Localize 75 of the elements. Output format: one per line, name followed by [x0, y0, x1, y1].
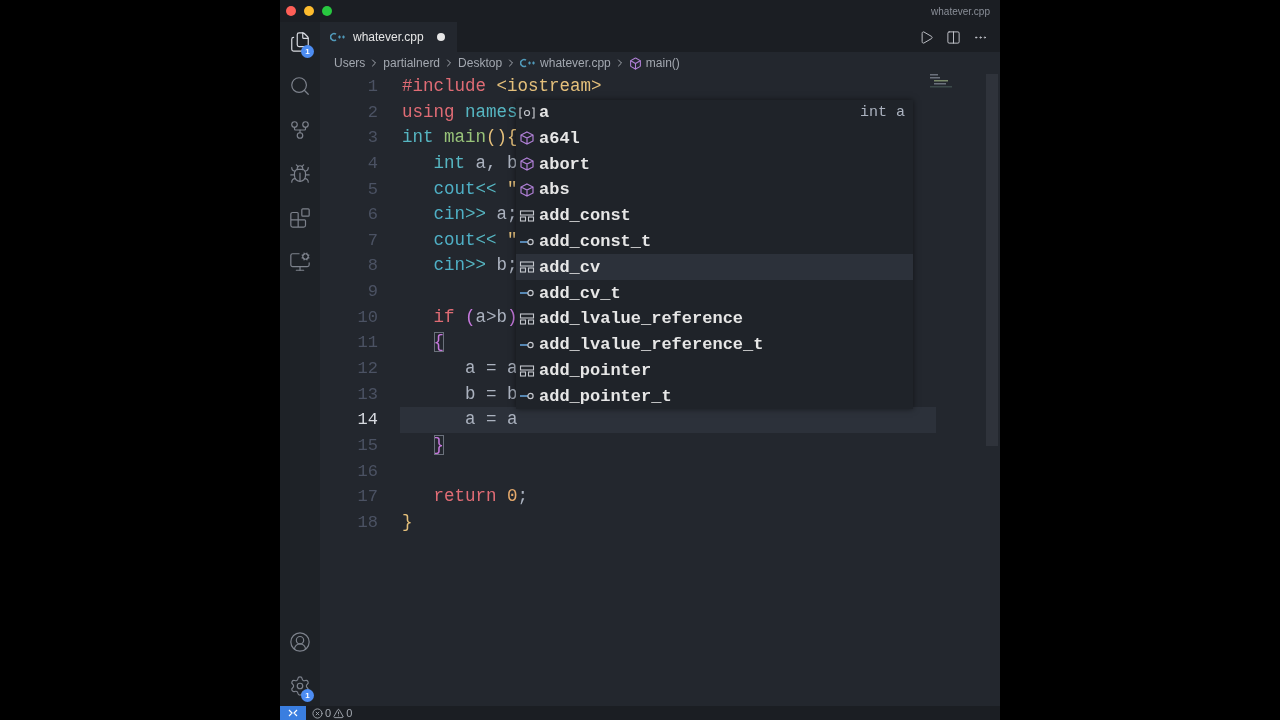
cube-icon: [628, 56, 642, 70]
warning-count[interactable]: 0: [346, 707, 353, 719]
remote-icon[interactable]: [289, 251, 311, 273]
code-line: return 0;: [432, 485, 529, 509]
cube-icon: [519, 182, 535, 197]
struct-icon: [519, 261, 535, 274]
struct-icon: [519, 312, 535, 325]
run-icon[interactable]: [919, 29, 934, 45]
breadcrumb-item[interactable]: main(): [645, 56, 680, 70]
struct-icon: [519, 209, 535, 222]
source-control-icon[interactable]: [289, 119, 311, 141]
window-title: whatever.cpp: [931, 5, 990, 17]
code-line: using names: [402, 100, 518, 124]
alias-icon: [519, 339, 535, 350]
suggestion-item[interactable]: abort: [516, 151, 913, 178]
tab-label: whatever.cpp: [353, 30, 424, 44]
code-line: cout<< ": [432, 177, 518, 201]
line-number: 14: [357, 409, 378, 432]
remote-icon: [288, 708, 298, 718]
minimap-drawing: [930, 74, 952, 90]
suggestion-item[interactable]: add_const_t: [516, 228, 913, 255]
code-line: cin>> a;: [432, 203, 518, 227]
cube-icon: [519, 157, 535, 172]
notification-badge: 1: [301, 689, 314, 702]
warning-icon: [333, 707, 345, 719]
breadcrumb-item[interactable]: Users: [334, 56, 366, 70]
code-line: b = b: [464, 382, 518, 406]
suggestion-item[interactable]: add_lvalue_reference_t: [516, 331, 913, 358]
variable-icon: [519, 106, 535, 119]
code-line: int main(){: [402, 126, 518, 150]
error-count[interactable]: 0: [325, 707, 332, 719]
code-line: a = a: [464, 357, 518, 381]
code-line: int a, b: [432, 151, 518, 175]
files-icon[interactable]: [289, 31, 311, 53]
code-line: a = a: [464, 408, 518, 432]
extensions-icon[interactable]: [289, 207, 311, 229]
code-line: #include <iostream>: [402, 75, 602, 98]
code-line: }: [402, 510, 413, 534]
suggestion-item[interactable]: a64l: [516, 125, 913, 152]
code-line: cin>> b;: [432, 254, 518, 278]
code-line: {: [432, 331, 445, 355]
breadcrumb-item[interactable]: whatever.cpp: [540, 56, 611, 70]
code-line: }: [432, 433, 445, 457]
minimize-button[interactable]: [304, 6, 314, 16]
editor-tab[interactable]: whatever.cpp: [320, 22, 457, 52]
struct-icon: [519, 364, 535, 377]
remote-button[interactable]: [280, 706, 306, 720]
alias-icon: [519, 288, 535, 299]
account-icon[interactable]: [289, 631, 311, 653]
suggestion-item[interactable]: add_cv_t: [516, 280, 913, 306]
suggestion-item[interactable]: a int a: [516, 99, 913, 126]
unsaved-dot-icon: [436, 33, 445, 41]
cube-icon: [519, 131, 535, 146]
suggestion-item[interactable]: add_lvalue_reference: [516, 306, 913, 332]
settings-icon[interactable]: [289, 675, 311, 697]
split-editor-icon[interactable]: [946, 29, 961, 45]
suggestion-item[interactable]: add_const: [516, 202, 913, 229]
search-icon[interactable]: [289, 75, 311, 97]
code-line: cout<< ": [432, 228, 518, 252]
cpp-file-icon: [520, 58, 537, 68]
notification-badge: 1: [301, 45, 314, 58]
error-icon: [312, 707, 323, 719]
suggestion-item[interactable]: add_pointer: [516, 357, 913, 384]
cpp-file-icon: [330, 32, 346, 42]
breadcrumb-item[interactable]: partialnerd: [383, 56, 441, 70]
code-line: if (a>b): [432, 305, 518, 329]
alias-icon: [519, 236, 535, 247]
suggestion-item[interactable]: abs: [516, 177, 913, 203]
run-debug-icon[interactable]: [289, 163, 311, 185]
alias-icon: [519, 391, 535, 402]
zoom-button[interactable]: [322, 6, 332, 16]
suggestion-item[interactable]: add_pointer_t: [516, 383, 913, 410]
close-button[interactable]: [286, 6, 296, 16]
suggestion-item[interactable]: add_cv: [516, 254, 913, 281]
breadcrumb-item[interactable]: Desktop: [458, 56, 503, 70]
